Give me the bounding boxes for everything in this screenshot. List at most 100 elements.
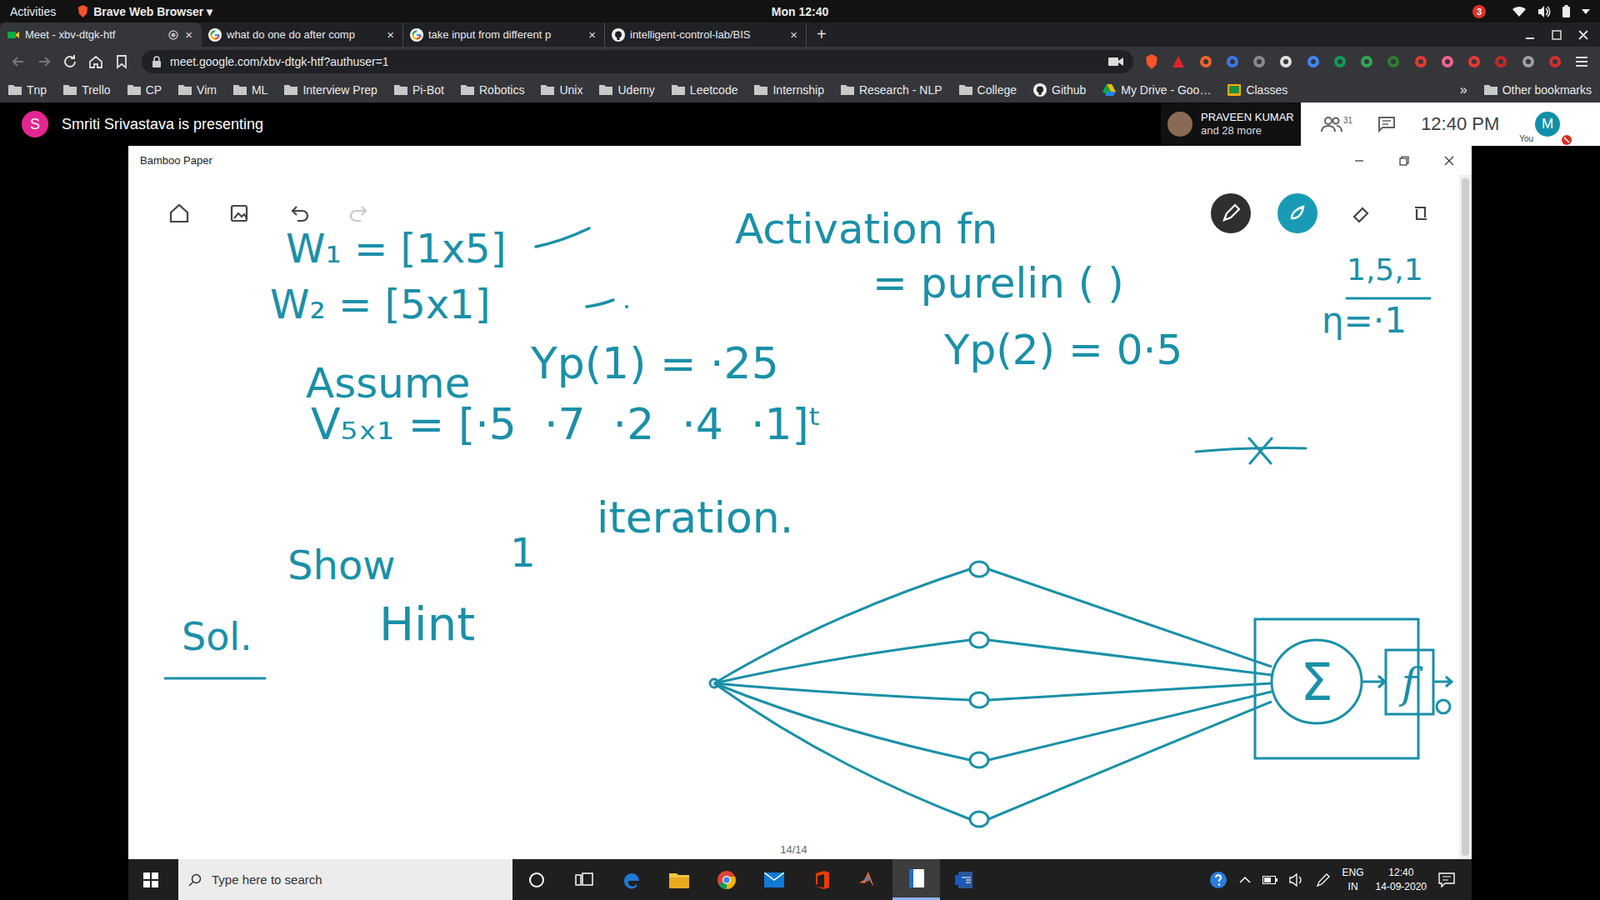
extension-icon[interactable] bbox=[1360, 55, 1374, 69]
clock[interactable]: Mon 12:40 bbox=[771, 5, 829, 19]
tab-close-button[interactable]: × bbox=[586, 27, 598, 42]
bookmark[interactable]: Udemy bbox=[599, 83, 655, 97]
bookmark[interactable]: Robotics bbox=[460, 83, 525, 97]
scrollbar[interactable] bbox=[1459, 175, 1472, 860]
undo-icon[interactable] bbox=[282, 196, 316, 230]
extension-icon[interactable] bbox=[1467, 55, 1481, 69]
minimize-icon[interactable] bbox=[1336, 148, 1382, 174]
tab-close-button[interactable]: × bbox=[385, 27, 396, 42]
home-icon[interactable] bbox=[162, 196, 196, 230]
bookmark[interactable]: Classes bbox=[1227, 83, 1288, 97]
taskbar-app[interactable] bbox=[560, 859, 608, 900]
bookmark[interactable]: College bbox=[959, 83, 1017, 97]
bookmark[interactable]: Internship bbox=[754, 83, 824, 97]
rewards-icon[interactable] bbox=[1171, 55, 1185, 69]
browser-tab[interactable]: intelligent-control-lab/BIS × bbox=[605, 22, 807, 47]
reload-icon[interactable] bbox=[60, 51, 80, 72]
taskbar-app[interactable] bbox=[797, 859, 845, 900]
maximize-icon[interactable] bbox=[1545, 26, 1569, 44]
gallery-icon[interactable] bbox=[222, 196, 256, 230]
bookmark[interactable]: Leetcode bbox=[671, 83, 739, 97]
browser-tab[interactable]: take input from different p × bbox=[403, 22, 605, 47]
people-button[interactable]: 31 bbox=[1320, 115, 1353, 133]
battery-icon[interactable] bbox=[1262, 875, 1278, 885]
menu-icon[interactable] bbox=[1575, 55, 1589, 68]
bookmark-icon[interactable] bbox=[111, 51, 132, 72]
extension-icon[interactable] bbox=[1279, 55, 1293, 69]
extension-icon[interactable] bbox=[1548, 55, 1562, 69]
tab-close-button[interactable]: × bbox=[788, 27, 800, 42]
taskbar-app[interactable] bbox=[750, 859, 798, 900]
eraser-icon[interactable] bbox=[1344, 196, 1378, 230]
color-icon[interactable] bbox=[1277, 193, 1318, 234]
taskbar-app[interactable] bbox=[655, 859, 703, 900]
taskbar-app[interactable] bbox=[892, 859, 940, 900]
forward-icon[interactable] bbox=[34, 51, 55, 72]
bookmark[interactable]: Research - NLP bbox=[840, 83, 943, 97]
bookmark[interactable]: My Drive - Goo… bbox=[1102, 83, 1211, 97]
new-tab-button[interactable]: + bbox=[806, 22, 837, 47]
extension-icon[interactable] bbox=[1333, 55, 1347, 69]
bookmark[interactable]: ML bbox=[233, 83, 268, 97]
bookmark[interactable]: CP bbox=[127, 83, 162, 97]
extension-icon[interactable] bbox=[1252, 55, 1266, 69]
start-button[interactable] bbox=[128, 859, 174, 900]
bookmark[interactable]: Vim bbox=[178, 83, 217, 97]
pen-icon[interactable] bbox=[1210, 193, 1251, 234]
wifi-icon[interactable] bbox=[1512, 5, 1526, 17]
volume-icon[interactable] bbox=[1289, 873, 1305, 887]
url-field[interactable]: meet.google.com/xbv-dtgk-htf?authuser=1 bbox=[141, 50, 1134, 74]
chevron-up-icon[interactable] bbox=[1239, 875, 1251, 885]
volume-icon[interactable] bbox=[1537, 5, 1551, 18]
app-menu[interactable]: Brave Web Browser ▾ bbox=[77, 5, 213, 19]
help-icon[interactable] bbox=[1209, 870, 1228, 890]
camera-icon[interactable] bbox=[1108, 56, 1124, 67]
extension-icon[interactable] bbox=[1386, 55, 1400, 69]
home-icon[interactable] bbox=[85, 51, 106, 72]
taskbar-app[interactable] bbox=[845, 859, 893, 900]
extension-icon[interactable] bbox=[1521, 55, 1535, 69]
back-icon[interactable] bbox=[8, 51, 29, 72]
drawing-canvas[interactable]: Σf W₁ = [1x5]W₂ = [5x1]Activation fn= pu… bbox=[128, 175, 1460, 860]
taskbar-app[interactable] bbox=[702, 859, 750, 900]
self-view[interactable]: You M bbox=[1519, 111, 1560, 137]
extension-icon[interactable] bbox=[1414, 55, 1428, 69]
bookmark[interactable]: Unix bbox=[540, 83, 583, 97]
close-icon[interactable] bbox=[1426, 148, 1472, 174]
taskbar-app[interactable] bbox=[607, 859, 655, 900]
other-bookmarks[interactable]: Other bookmarks bbox=[1484, 83, 1592, 97]
system-tray[interactable]: 3 bbox=[1472, 5, 1590, 19]
close-icon[interactable] bbox=[1571, 26, 1595, 44]
taskbar-app[interactable] bbox=[940, 859, 988, 900]
participant-chip[interactable]: PRAVEEN KUMAR and 28 more bbox=[1160, 102, 1301, 146]
browser-tab[interactable]: what do one do after comp × bbox=[201, 22, 404, 47]
battery-icon[interactable] bbox=[1562, 5, 1570, 18]
caret-icon[interactable] bbox=[1581, 9, 1590, 15]
extension-icon[interactable] bbox=[1199, 55, 1213, 69]
activities-button[interactable]: Activities bbox=[10, 5, 56, 19]
bookmark[interactable]: Tnp bbox=[8, 83, 47, 97]
brave-shield-icon[interactable] bbox=[1145, 54, 1159, 70]
chat-icon[interactable] bbox=[1377, 115, 1396, 133]
bookmark[interactable]: Pi-Bot bbox=[394, 83, 445, 97]
notification-badge[interactable]: 3 bbox=[1472, 5, 1486, 19]
extension-icon[interactable] bbox=[1494, 55, 1508, 69]
notifications-icon[interactable] bbox=[1438, 872, 1455, 888]
extension-icon[interactable] bbox=[1306, 55, 1320, 69]
taskbar-app[interactable] bbox=[512, 859, 560, 900]
tab-close-button[interactable]: × bbox=[183, 27, 195, 42]
browser-tab[interactable]: Meet - xbv-dtgk-htf × bbox=[0, 22, 202, 47]
extension-icon[interactable] bbox=[1440, 55, 1455, 69]
rotate-icon[interactable] bbox=[1404, 196, 1438, 230]
restore-icon[interactable] bbox=[1381, 148, 1427, 174]
language-indicator[interactable]: ENG IN bbox=[1342, 865, 1365, 893]
bookmark[interactable]: Interview Prep bbox=[284, 83, 377, 97]
pen-icon[interactable] bbox=[1315, 872, 1331, 888]
bookmark[interactable]: Github bbox=[1033, 83, 1086, 97]
taskbar-clock[interactable]: 12:40 14-09-2020 bbox=[1375, 865, 1427, 893]
extension-icon[interactable] bbox=[1225, 55, 1240, 69]
bookmark[interactable]: Trello bbox=[63, 83, 111, 97]
minimize-icon[interactable] bbox=[1518, 26, 1542, 44]
search-box[interactable]: Type here to search bbox=[178, 859, 513, 900]
redo-icon[interactable] bbox=[342, 196, 376, 230]
